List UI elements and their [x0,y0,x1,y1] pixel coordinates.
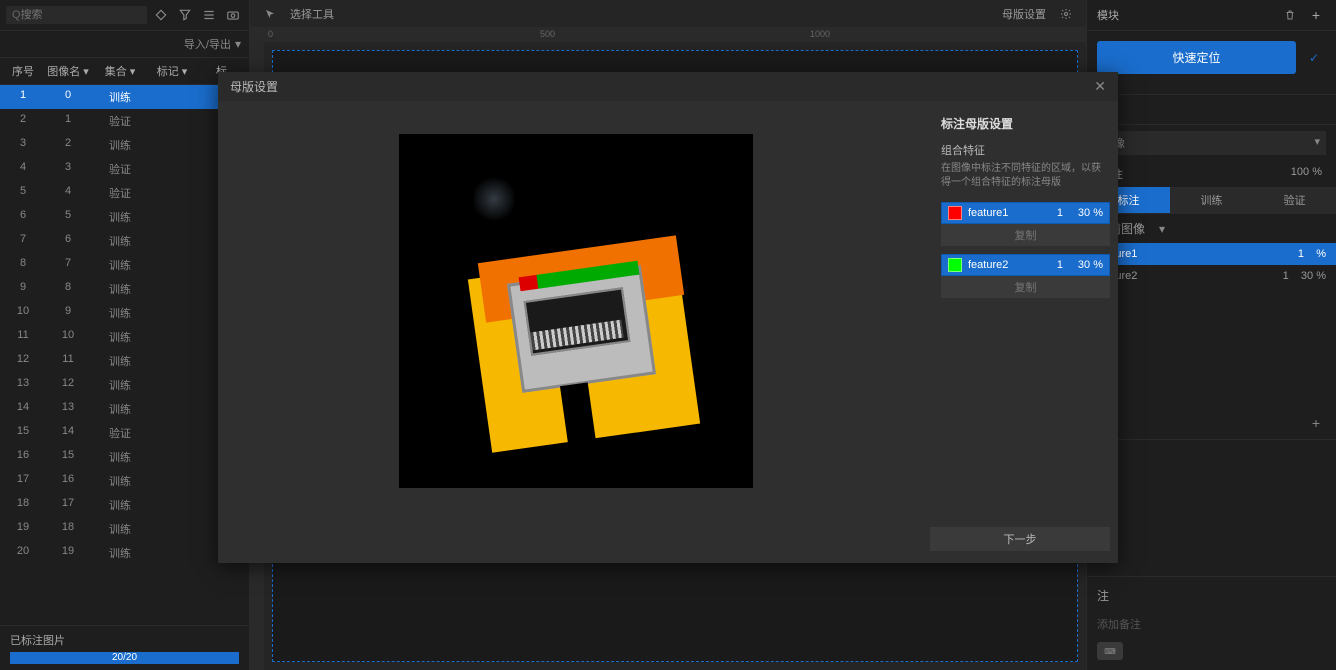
copy-button[interactable]: 复制 [941,224,1110,246]
feature-count: 1 [1045,259,1063,271]
feature-count: 1 [1045,207,1063,219]
modal-feature-item[interactable]: feature1 1 30 % [941,202,1110,224]
feature-pct: 30 % [1069,259,1103,271]
feature-name: feature2 [968,259,1039,271]
modal-header: 母版设置 ✕ [218,72,1118,101]
feature-pct: 30 % [1069,207,1103,219]
modal-body: 标注母版设置 组合特征 在图像中标注不同特征的区域，以获得一个组合特征的标注母版… [218,101,1118,521]
feature-swatch [948,258,962,272]
copy-button[interactable]: 复制 [941,276,1110,298]
modal-backdrop: 母版设置 ✕ 标注母版设置 组合特征 在图像中标注不同特征的区域， [0,0,1336,670]
next-button[interactable]: 下一步 [930,527,1110,551]
modal-feature-item[interactable]: feature2 1 30 % [941,254,1110,276]
modal-title: 母版设置 [230,78,278,95]
modal-side-panel: 标注母版设置 组合特征 在图像中标注不同特征的区域，以获得一个组合特征的标注母版… [933,101,1118,521]
feature-name: feature1 [968,207,1039,219]
modal-side-title: 标注母版设置 [941,115,1110,132]
modal-image[interactable] [399,134,753,488]
close-icon[interactable]: ✕ [1094,78,1106,95]
template-settings-modal: 母版设置 ✕ 标注母版设置 组合特征 在图像中标注不同特征的区域， [218,72,1118,563]
image-glow [474,174,514,224]
feature-swatch [948,206,962,220]
modal-footer: 下一步 [218,521,1118,563]
modal-side-desc: 在图像中标注不同特征的区域，以获得一个组合特征的标注母版 [941,162,1110,190]
modal-side-subtitle: 组合特征 [941,142,1110,158]
modal-image-area [218,101,933,521]
